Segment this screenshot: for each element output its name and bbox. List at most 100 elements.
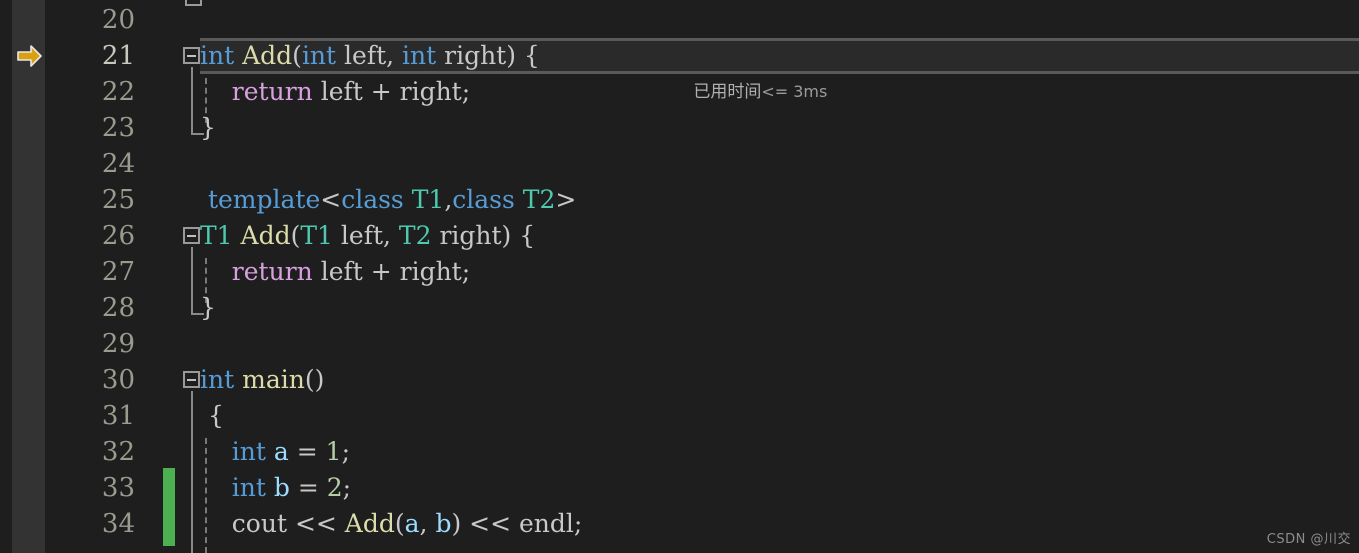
code-token: ;	[341, 437, 350, 466]
code-token: class	[452, 185, 515, 214]
code-token: a	[404, 509, 420, 538]
code-token: }	[200, 113, 216, 142]
code-token: <<	[287, 509, 345, 538]
code-line[interactable]: 27 return left + right;	[0, 254, 1359, 290]
line-number: 30	[101, 365, 135, 395]
code-token: <<	[461, 509, 520, 538]
code-token: int	[231, 473, 266, 502]
code-line[interactable]: 34 cout << Add(a, b) << endl;	[0, 506, 1359, 542]
code-token: 1	[325, 437, 342, 466]
code-line[interactable]: 32 int a = 1;	[0, 434, 1359, 470]
code-token: <	[320, 185, 342, 214]
code-line-text[interactable]: }	[200, 290, 216, 326]
code-token: T2	[398, 221, 432, 250]
code-token: ;	[573, 509, 583, 538]
line-number: 28	[101, 293, 135, 323]
code-token: template	[207, 185, 321, 214]
line-number: 31	[101, 401, 135, 431]
code-line-text[interactable]: cout << Add(a, b) << endl;	[200, 506, 583, 542]
line-number: 24	[101, 149, 135, 179]
code-token: >	[555, 185, 577, 214]
code-token: Add	[242, 41, 293, 70]
code-line[interactable]: 33 int b = 2;	[0, 470, 1359, 506]
line-number: 25	[101, 185, 135, 215]
code-token: 2	[326, 473, 343, 502]
code-line-text[interactable]: int main()	[200, 362, 324, 398]
code-token: int	[200, 41, 235, 70]
code-token: (	[290, 221, 301, 250]
code-token: int	[200, 365, 235, 394]
code-token: endl	[519, 509, 574, 538]
code-token: ()	[304, 365, 325, 394]
code-token: cout	[231, 509, 287, 538]
code-line-text[interactable]: int b = 2;	[200, 470, 351, 506]
line-number: 26	[101, 221, 135, 251]
code-line[interactable]: 31 {	[0, 398, 1359, 434]
line-number: 23	[101, 113, 135, 143]
code-token: int	[231, 437, 266, 466]
code-token: main	[242, 365, 305, 394]
codelens-elapsed-time[interactable]: 已用时间<= 3ms	[673, 38, 827, 102]
code-token: left + right;	[312, 257, 471, 286]
code-line[interactable]: 29	[0, 326, 1359, 362]
code-editor-viewport[interactable]: 20 21 int Add(int left, int right) { 22 re…	[0, 0, 1359, 553]
code-token: right) {	[436, 41, 548, 70]
code-line-text[interactable]: }	[200, 110, 216, 146]
code-line-text[interactable]: return left + right;	[200, 254, 470, 290]
code-line[interactable]: 28}	[0, 290, 1359, 326]
code-line-text[interactable]: int a = 1;	[200, 434, 350, 470]
code-token: class	[341, 185, 404, 214]
code-line-text[interactable]: template<class T1,class T2>	[200, 182, 576, 218]
code-token: b	[273, 473, 290, 502]
code-token: =	[289, 473, 327, 502]
line-number: 27	[101, 257, 135, 287]
line-number: 21	[101, 41, 135, 71]
code-line[interactable]: 26 T1 Add(T1 left, T2 right) {	[0, 218, 1359, 254]
code-token: int	[402, 41, 437, 70]
code-token: )	[451, 509, 462, 538]
code-token: ,	[419, 509, 436, 538]
code-token: b	[435, 509, 452, 538]
code-token: ;	[342, 473, 352, 502]
code-line[interactable]: 20	[0, 2, 1359, 38]
code-token: T1	[411, 185, 445, 214]
line-number: 34	[101, 509, 135, 539]
code-line-text[interactable]: {	[200, 398, 224, 434]
code-line-text[interactable]: return left + right;	[200, 74, 470, 110]
code-line[interactable]: 24	[0, 146, 1359, 182]
line-number: 22	[101, 77, 135, 107]
code-line[interactable]: 30 int main()	[0, 362, 1359, 398]
code-token: Add	[240, 221, 291, 250]
code-token: left,	[336, 41, 403, 70]
line-number: 29	[101, 329, 135, 359]
watermark: CSDN @川交	[1266, 532, 1351, 547]
code-token: }	[200, 293, 216, 322]
code-token: a	[273, 437, 289, 466]
code-line-text[interactable]: T1 Add(T1 left, T2 right) {	[200, 218, 535, 254]
code-token: T2	[522, 185, 556, 214]
code-token: (	[292, 41, 302, 70]
code-line[interactable]: 25 template<class T1,class T2>	[0, 182, 1359, 218]
code-line-text[interactable]: int Add(int left, int right) {	[200, 38, 548, 74]
code-token: int	[301, 41, 337, 70]
code-token: left + right;	[312, 77, 471, 106]
code-token: right) {	[431, 221, 536, 250]
code-token: {	[200, 401, 224, 430]
codelens-value: <= 3ms	[761, 82, 828, 101]
code-token: T1	[300, 221, 333, 250]
code-token: left,	[332, 221, 399, 250]
code-token: return	[231, 77, 313, 106]
line-number: 33	[101, 473, 135, 503]
